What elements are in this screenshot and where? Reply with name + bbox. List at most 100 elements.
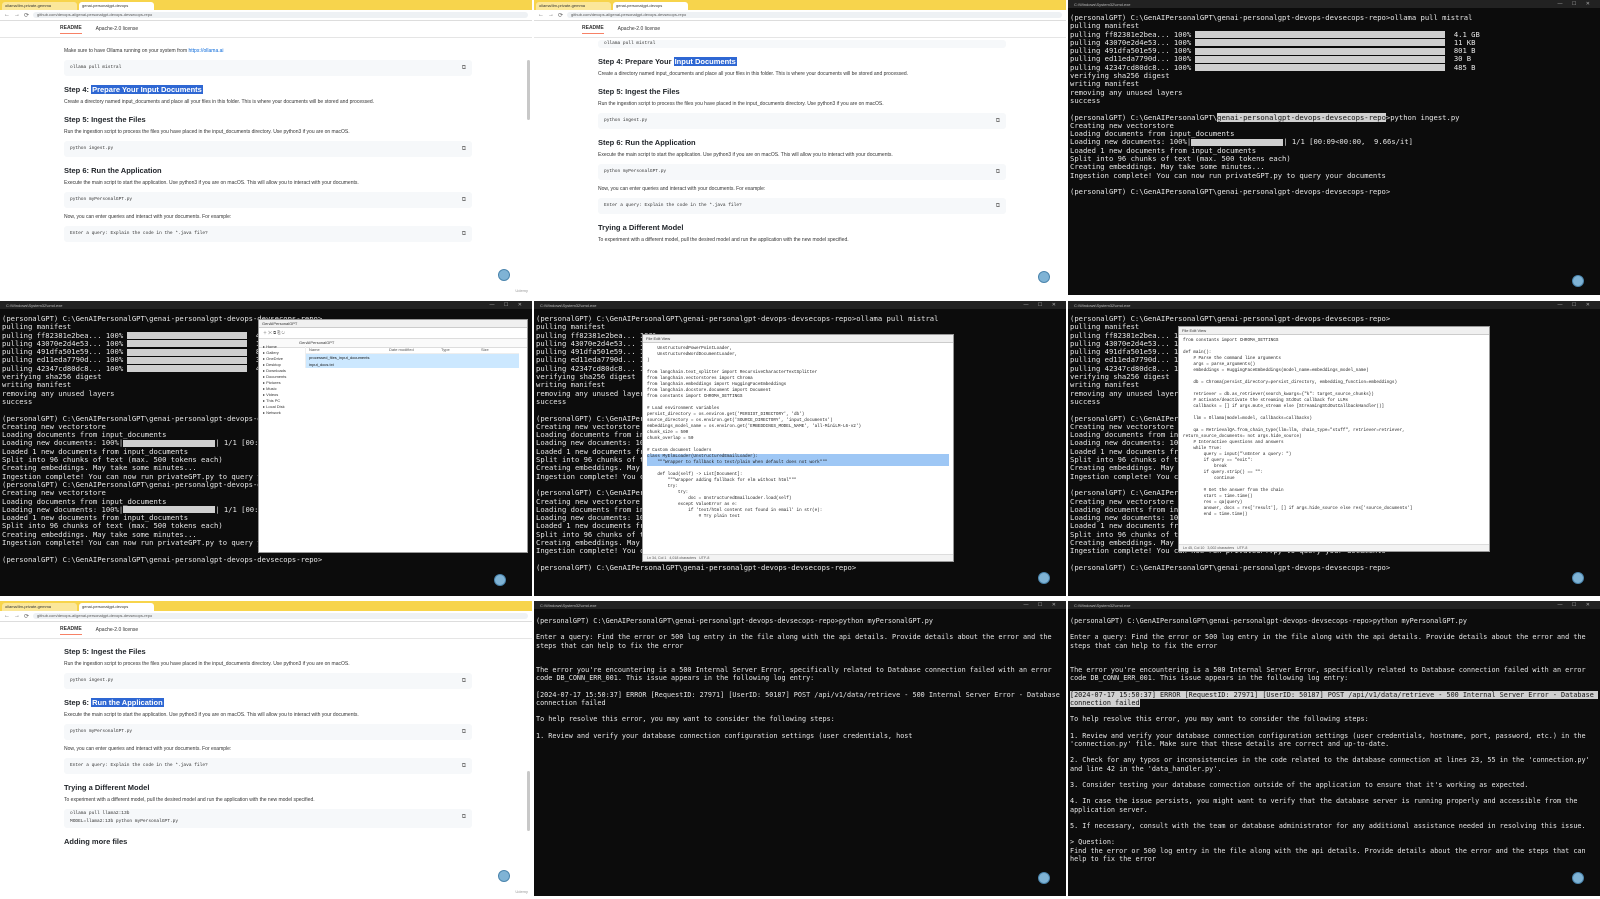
explorer-nav-item[interactable]: ▸ Network [263, 410, 297, 416]
url-field[interactable]: github.com/devops-ai/genai-personalgpt-d… [33, 613, 528, 619]
window-controls[interactable]: — ☐ ✕ [1558, 302, 1594, 308]
browser-tabstrip: ollama/llm-private-gemma genai-personalg… [534, 0, 1066, 10]
window-controls[interactable]: — ☐ ✕ [1558, 602, 1594, 608]
avatar [498, 870, 510, 882]
file-row[interactable]: processed_files_input_documents [306, 354, 519, 361]
back-icon[interactable]: ← [4, 12, 10, 18]
different-model-text: To experiment with a different model, pu… [598, 237, 849, 243]
window-controls[interactable]: — ☐ ✕ [1024, 602, 1060, 608]
step5-heading: Step 5: Ingest the Files [64, 115, 146, 124]
status-line: success [2, 396, 33, 406]
file-explorer-window: GenAIPersonalGPT ＋ ✂ ⧉ ⎘ ↻ GenAIPersonal… [258, 319, 528, 553]
browser-window-step4: ollama/llm-private-gemma genai-personalg… [0, 0, 532, 295]
queries-text: Now, you can enter queries and interact … [64, 746, 232, 752]
code-block-ingest: python ingest.py ⧉ [598, 113, 1006, 129]
step5-text: Run the ingestion script to process the … [64, 129, 350, 135]
copy-icon[interactable]: ⧉ [462, 724, 466, 740]
tab-license[interactable]: Apache-2.0 license [96, 627, 139, 633]
forward-icon[interactable]: → [548, 12, 554, 18]
editor-text-ingest[interactable]: UnstructuredPowerPointLoader, Unstructur… [643, 343, 953, 523]
address-bar: ← → ⟳ github.com/devops-ai/genai-persona… [534, 10, 1066, 21]
command: python ingest.py [1390, 112, 1460, 122]
back-icon[interactable]: ← [4, 613, 10, 619]
code-block-ingest: python ingest.py ⧉ [64, 673, 472, 689]
code-block-pull: ollama pull mistral ⧉ [64, 60, 472, 76]
step4-text: Create a directory named input_documents… [598, 71, 909, 77]
step5-text: Run the ingestion script to process the … [64, 661, 350, 667]
editor-statusbar: Ln 45, Col 10 3,002 characters UTF-8 [1179, 544, 1489, 551]
browser-tab[interactable]: genai-personalgpt-devops [79, 2, 154, 10]
file-row[interactable]: input_docs.txt [306, 361, 519, 368]
terminal-window-ingest: C:\Windows\System32\cmd.exe — ☐ ✕ (person… [1068, 0, 1600, 295]
avatar [1038, 572, 1050, 584]
code-block-run: python myPersonalGPT.py ⧉ [64, 192, 472, 208]
query-line: Enter a query: Find the error or 500 log… [536, 633, 1056, 650]
terminal-output: (personalGPT) C:\GenAIPersonalGPT\genai-… [536, 617, 1064, 740]
copy-icon[interactable]: ⧉ [462, 226, 466, 242]
step6-text: Execute the main script to start the app… [64, 712, 359, 718]
explorer-columns: Name Date modified Type Size [306, 346, 519, 354]
copy-icon[interactable]: ⧉ [462, 192, 466, 208]
new-icon[interactable]: ＋ [263, 330, 267, 335]
command: ollama pull mistral [1390, 13, 1473, 22]
scrollbar[interactable] [527, 60, 530, 120]
back-icon[interactable]: ← [538, 12, 544, 18]
window-controls[interactable]: — ☐ ✕ [490, 302, 526, 308]
terminal-window-editor-ingest: C:\Windows\System32\cmd.exe — ☐ ✕ (person… [534, 301, 1066, 596]
terminal-window-editor-app: C:\Windows\System32\cmd.exe — ☐ ✕ (person… [1068, 301, 1600, 596]
step6-heading: Step 6: Run the Application [64, 698, 164, 707]
scrollbar[interactable] [527, 771, 530, 831]
different-model-heading: Trying a Different Model [64, 783, 150, 792]
notepad-window-ingest: File Edit View UnstructuredPowerPointLoa… [642, 334, 954, 562]
readme-tabs: README Apache-2.0 license [534, 21, 1066, 38]
tab-license[interactable]: Apache-2.0 license [618, 26, 661, 32]
browser-tab[interactable]: ollama/llm-private-gemma [2, 2, 77, 10]
avatar [494, 574, 506, 586]
explorer-file-list: Name Date modified Type Size processed_f… [305, 346, 519, 368]
window-controls[interactable]: — ☐ ✕ [1558, 1, 1594, 7]
copy-icon[interactable]: ⧉ [996, 164, 1000, 180]
copy-icon[interactable]: ⧉ [462, 758, 466, 774]
answer-intro: The error you're encountering is a 500 I… [536, 666, 1056, 683]
reload-icon[interactable]: ⟳ [24, 613, 29, 620]
url-field[interactable]: github.com/devops-ai/genai-personalgpt-d… [33, 12, 528, 18]
code-block-run: python myPersonalGPT.py ⧉ [598, 164, 1006, 180]
reload-icon[interactable]: ⟳ [558, 12, 563, 19]
step4-heading: Step 4: Prepare Your Input Documents [64, 85, 203, 94]
reload-icon[interactable]: ⟳ [24, 12, 29, 19]
browser-tab[interactable]: ollama/llm-private-gemma [536, 2, 611, 10]
code-line: end = time.time() [1183, 512, 1248, 517]
copy-icon[interactable]: ⧉ [462, 60, 466, 76]
log-entry-selected: [2024-07-17 15:50:37] ERROR [RequestID: … [1070, 690, 1598, 708]
copy-icon[interactable]: ⧉ [996, 198, 1000, 214]
terminal-titlebar: C:\Windows\System32\cmd.exe — ☐ ✕ [534, 301, 1066, 309]
copy-icon[interactable]: ⧉ [462, 809, 466, 825]
tab-readme[interactable]: README [60, 25, 82, 34]
terminal-window-query-full: C:\Windows\System32\cmd.exe — ☐ ✕ (person… [1068, 601, 1600, 896]
code-block-query: Enter a query: Explain the code in the *… [64, 758, 472, 774]
terminal-titlebar: C:\Windows\System32\cmd.exe — ☐ ✕ [1068, 601, 1600, 609]
progress-bar [1195, 64, 1446, 72]
editor-statusbar: Ln 34, Col 1 4,018 characters UTF-8 [643, 554, 953, 561]
browser-tab[interactable]: genai-personalgpt-devops [613, 2, 688, 10]
avatar [1038, 872, 1050, 884]
forward-icon[interactable]: → [14, 12, 20, 18]
ollama-link[interactable]: https://ollama.ai [189, 48, 224, 54]
tab-license[interactable]: Apache-2.0 license [96, 26, 139, 32]
browser-tab[interactable]: genai-personalgpt-devops [79, 603, 154, 611]
editor-text-app[interactable]: from constants import CHROMA_SETTINGS de… [1179, 335, 1489, 521]
window-controls[interactable]: — ☐ ✕ [1024, 302, 1060, 308]
tab-readme[interactable]: README [60, 626, 82, 635]
explorer-toolbar: ＋ ✂ ⧉ ⎘ ↻ [259, 328, 527, 339]
url-field[interactable]: github.com/devops-ai/genai-personalgpt-d… [567, 12, 1062, 18]
forward-icon[interactable]: → [14, 613, 20, 619]
browser-tab[interactable]: ollama/llm-private-gemma [2, 603, 77, 611]
copy-icon[interactable]: ⧉ [462, 141, 466, 157]
step6-heading: Step 6: Run the Application [64, 166, 162, 175]
readme-tabs: README Apache-2.0 license [0, 21, 532, 38]
tab-readme[interactable]: README [582, 25, 604, 34]
copy-icon[interactable]: ⧉ [996, 113, 1000, 129]
queries-text: Now, you can enter queries and interact … [64, 214, 232, 220]
explorer-sidebar: ▸ Home ▸ Gallery ▸ OneDrive ▸ Desktop ▸ Down… [263, 344, 297, 416]
copy-icon[interactable]: ⧉ [462, 673, 466, 689]
